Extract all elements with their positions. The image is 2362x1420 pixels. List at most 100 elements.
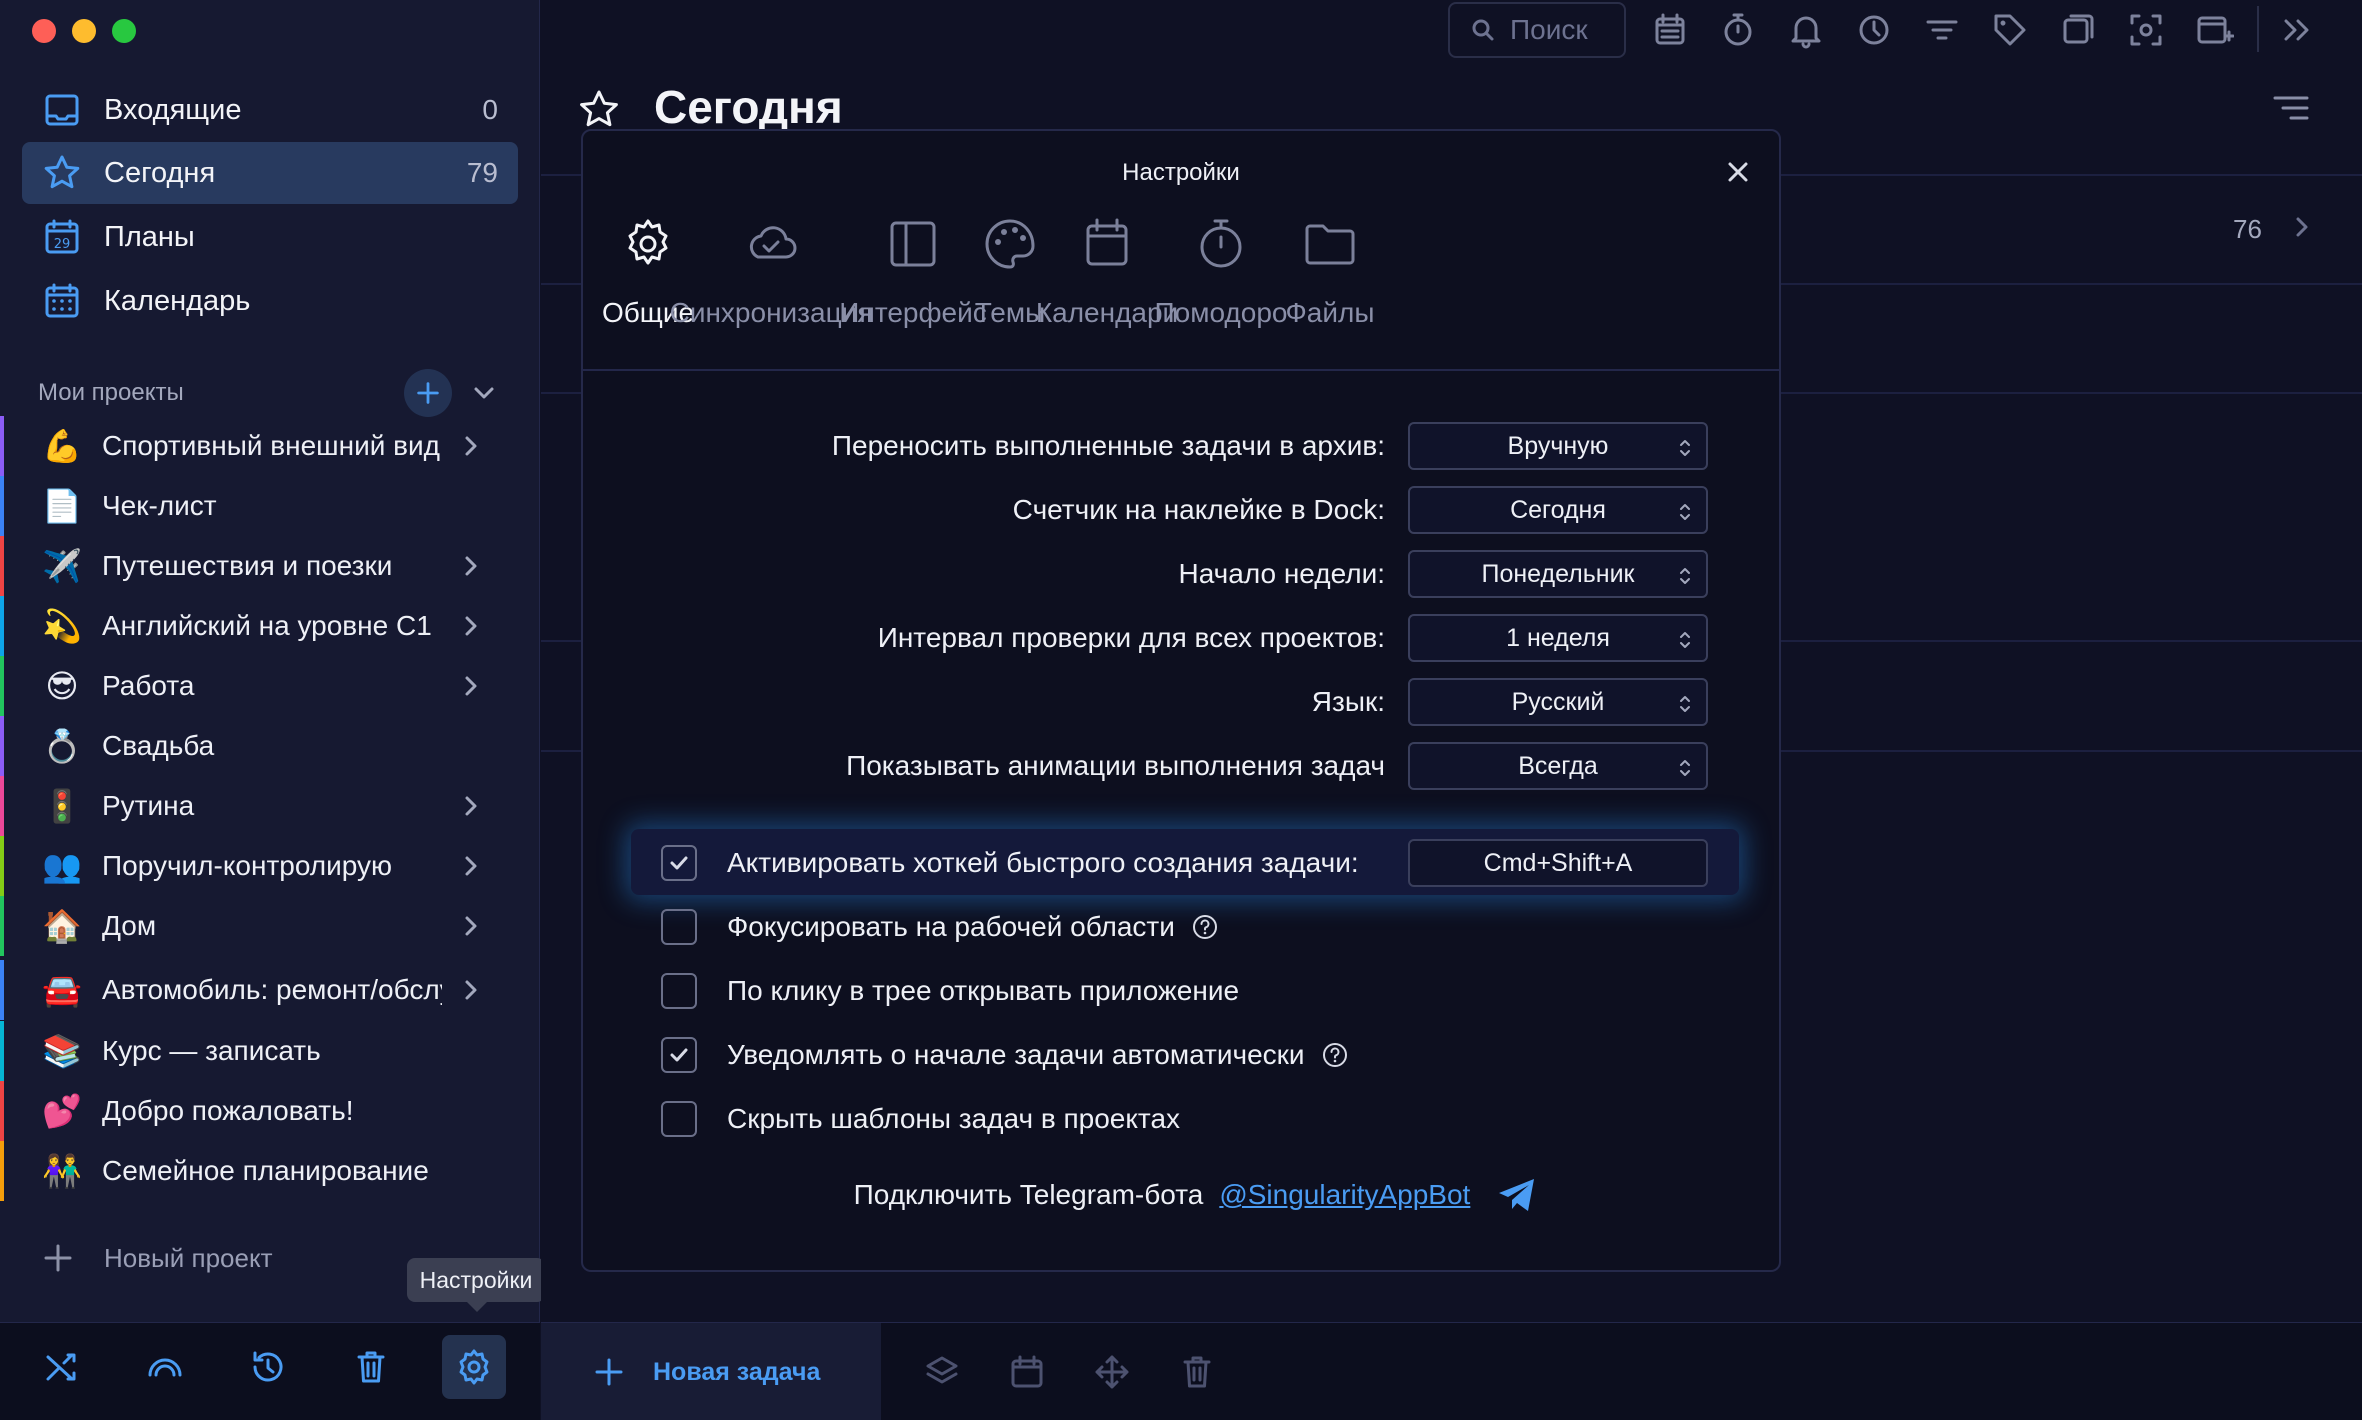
select-value: Сегодня: [1510, 495, 1606, 524]
nav-item-today[interactable]: Сегодня 79: [22, 142, 518, 204]
project-item[interactable]: 💍 Свадьба: [0, 716, 540, 776]
week-start-select[interactable]: Понедельник: [1408, 550, 1708, 598]
project-label: Путешествия и поезки: [102, 550, 393, 581]
layers-icon[interactable]: [923, 1353, 961, 1391]
new-window-icon[interactable]: [2194, 10, 2234, 50]
project-item[interactable]: 💕 Добро пожаловать!: [0, 1081, 540, 1141]
chevron-right-icon[interactable]: [458, 673, 484, 699]
minimize-window-button[interactable]: [72, 19, 96, 43]
tab-themes[interactable]: Темы: [975, 211, 1045, 329]
project-item[interactable]: 💪 Спортивный внешний вид: [0, 416, 540, 476]
tag-icon[interactable]: [1990, 10, 2030, 50]
nav-item-count: 0: [482, 94, 498, 125]
tab-interface[interactable]: Интерфейс: [839, 211, 987, 329]
chevron-right-icon[interactable]: [458, 433, 484, 459]
stopwatch-icon[interactable]: [1718, 10, 1758, 50]
card-icon[interactable]: [2058, 10, 2098, 50]
review-interval-select[interactable]: 1 неделя: [1408, 614, 1708, 662]
project-color-bar: [0, 960, 4, 1020]
projects-header-label: Мои проекты: [38, 379, 184, 406]
project-item[interactable]: 📚 Курс — записать: [0, 1021, 540, 1081]
tab-label: Помодоро: [1154, 297, 1288, 328]
setting-label: Активировать хоткей быстрого создания за…: [727, 847, 1359, 878]
help-icon[interactable]: [1321, 1041, 1349, 1069]
close-window-button[interactable]: [32, 19, 56, 43]
project-item[interactable]: 👫 Семейное планирование: [0, 1141, 540, 1201]
tab-calendars[interactable]: Календари: [1036, 211, 1178, 329]
project-item[interactable]: 🏠 Дом: [0, 896, 540, 956]
setting-label: Переносить выполненные задачи в архив:: [831, 430, 1385, 461]
chevron-down-icon[interactable]: [470, 379, 498, 407]
tabs-divider: [583, 369, 1779, 371]
trash-button[interactable]: [339, 1335, 403, 1399]
arc-button[interactable]: [133, 1335, 197, 1399]
add-project-button[interactable]: [404, 369, 452, 417]
screenshot-icon[interactable]: [2126, 10, 2166, 50]
sort-icon[interactable]: [2271, 92, 2311, 124]
updown-chevron-icon: [1678, 630, 1692, 650]
project-emoji-icon: 💍: [42, 728, 82, 764]
focus-workspace-checkbox[interactable]: [661, 909, 697, 945]
chevron-right-icon[interactable]: [458, 977, 484, 1003]
calendar-icon[interactable]: [1650, 10, 1690, 50]
new-project-button[interactable]: Новый проект: [40, 1240, 273, 1276]
focus-timer-icon[interactable]: [1854, 10, 1894, 50]
zoom-window-button[interactable]: [112, 19, 136, 43]
chevron-right-icon[interactable]: [458, 553, 484, 579]
close-icon[interactable]: [1725, 159, 1751, 185]
select-value: Всегда: [1518, 751, 1598, 780]
chevron-right-icon[interactable]: [458, 793, 484, 819]
project-item[interactable]: 👥 Поручил-контролирую: [0, 836, 540, 896]
project-item[interactable]: 📄 Чек-лист: [0, 476, 540, 536]
animation-select[interactable]: Всегда: [1408, 742, 1708, 790]
settings-button[interactable]: [442, 1335, 506, 1399]
shuffle-button[interactable]: [30, 1335, 94, 1399]
page-title: Сегодня: [654, 81, 843, 133]
archive-select[interactable]: Вручную: [1408, 422, 1708, 470]
telegram-icon[interactable]: [1496, 1174, 1538, 1216]
chevron-right-icon[interactable]: [458, 853, 484, 879]
help-icon[interactable]: [1191, 913, 1219, 941]
star-icon[interactable]: [577, 88, 621, 132]
search-input[interactable]: Поиск: [1448, 2, 1626, 58]
chevron-right-icon[interactable]: [2289, 214, 2315, 240]
telegram-bot-link[interactable]: @SingularityAppBot: [1219, 1179, 1470, 1211]
dock-counter-select[interactable]: Сегодня: [1408, 486, 1708, 534]
hotkey-field[interactable]: Cmd+Shift+A: [1408, 839, 1708, 887]
updown-chevron-icon: [1678, 438, 1692, 458]
chevron-right-icon[interactable]: [458, 913, 484, 939]
tab-sync[interactable]: Синхронизация: [670, 211, 872, 329]
select-value: Понедельник: [1481, 559, 1635, 588]
tab-files[interactable]: Файлы: [1286, 211, 1374, 329]
svg-text:29: 29: [54, 237, 71, 252]
project-item[interactable]: 🚘 Автомобиль: ремонт/обслуживание: [0, 960, 540, 1020]
project-label: Свадьба: [102, 730, 215, 761]
history-button[interactable]: [236, 1335, 300, 1399]
move-icon[interactable]: [1093, 1353, 1131, 1391]
calendar-29-icon: 29: [42, 217, 82, 257]
bell-icon[interactable]: [1786, 10, 1826, 50]
project-item[interactable]: 🚦 Рутина: [0, 776, 540, 836]
chevron-right-icon[interactable]: [458, 613, 484, 639]
nav-item-calendar[interactable]: Календарь: [22, 270, 518, 332]
project-item[interactable]: 💫 Английский на уровне С1: [0, 596, 540, 656]
new-task-button[interactable]: Новая задача: [541, 1323, 881, 1420]
hide-templates-checkbox[interactable]: [661, 1101, 697, 1137]
language-select[interactable]: Русский: [1408, 678, 1708, 726]
double-chevron-right-icon[interactable]: [2277, 10, 2317, 50]
filter-icon[interactable]: [1922, 10, 1962, 50]
toolbar-divider: [2257, 6, 2259, 52]
tray-click-checkbox[interactable]: [661, 973, 697, 1009]
hotkey-checkbox[interactable]: [661, 845, 697, 881]
calendar-icon[interactable]: [1008, 1353, 1046, 1391]
nav-item-inbox[interactable]: Входящие 0: [22, 79, 518, 141]
updown-chevron-icon: [1678, 694, 1692, 714]
project-item[interactable]: 😎 Работа: [0, 656, 540, 716]
project-item[interactable]: ✈️ Путешествия и поезки: [0, 536, 540, 596]
notify-start-checkbox[interactable]: [661, 1037, 697, 1073]
nav-item-plans[interactable]: 29 Планы: [22, 206, 518, 268]
tab-pomodoro[interactable]: Помодоро: [1155, 211, 1287, 329]
trash-icon[interactable]: [1178, 1353, 1216, 1391]
inbox-icon: [42, 90, 82, 130]
sidebar-layout-icon: [884, 215, 942, 273]
